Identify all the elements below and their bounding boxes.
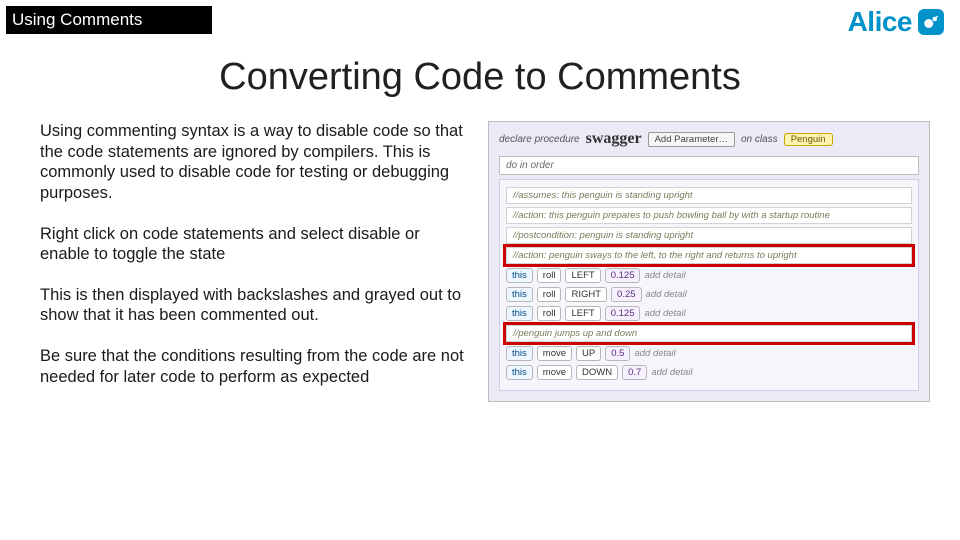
procedure-name: swagger xyxy=(586,130,642,148)
row-tail: add detail xyxy=(646,289,687,300)
row-tail: add detail xyxy=(644,270,685,281)
code-row: this move UP 0.5 add detail xyxy=(506,346,912,361)
paragraph-2: Right click on code statements and selec… xyxy=(40,224,470,265)
chip-this: this xyxy=(506,268,533,283)
declare-label: declare procedure xyxy=(499,134,580,145)
body-text-column: Using commenting syntax is a way to disa… xyxy=(40,121,470,407)
top-bar: Using Comments Alice xyxy=(0,0,960,38)
chip-action: roll xyxy=(537,287,562,302)
on-class-label: on class xyxy=(741,134,778,145)
paragraph-3: This is then displayed with backslashes … xyxy=(40,285,470,326)
row-tail: add detail xyxy=(644,308,685,319)
chip-action: move xyxy=(537,346,572,361)
do-in-order-label: do in order xyxy=(499,156,919,175)
chip-dir: UP xyxy=(576,346,601,361)
slide-title: Converting Code to Comments xyxy=(0,56,960,99)
paragraph-4: Be sure that the conditions resulting fr… xyxy=(40,346,470,387)
chip-this: this xyxy=(506,346,533,361)
comment-jump-highlight: //penguin jumps up and down xyxy=(506,325,912,342)
brand-text: Alice xyxy=(848,6,912,38)
chip-dir: LEFT xyxy=(565,306,600,321)
chip-val: 0.7 xyxy=(622,365,647,380)
chip-val: 0.5 xyxy=(605,346,630,361)
code-editor-screenshot: declare procedure swagger Add Parameter…… xyxy=(488,121,930,402)
alice-mascot-icon xyxy=(918,9,944,35)
chip-val: 0.125 xyxy=(605,306,641,321)
slide-content: Using commenting syntax is a way to disa… xyxy=(0,99,960,407)
chip-dir: RIGHT xyxy=(565,287,607,302)
paragraph-1: Using commenting syntax is a way to disa… xyxy=(40,121,470,204)
chip-dir: LEFT xyxy=(565,268,600,283)
class-chip: Penguin xyxy=(784,133,833,146)
row-tail: add detail xyxy=(634,348,675,359)
breadcrumb: Using Comments xyxy=(6,6,212,34)
code-row: this move DOWN 0.7 add detail xyxy=(506,365,912,380)
comment-postcondition: //postcondition: penguin is standing upr… xyxy=(506,227,912,244)
chip-this: this xyxy=(506,287,533,302)
code-block: //assumes: this penguin is standing upri… xyxy=(499,179,919,391)
comment-action-2-highlight: //action: penguin sways to the left, to … xyxy=(506,247,912,264)
code-row: this roll RIGHT 0.25 add detail xyxy=(506,287,912,302)
chip-val: 0.125 xyxy=(605,268,641,283)
chip-action: roll xyxy=(537,268,562,283)
row-tail: add detail xyxy=(651,367,692,378)
comment-assumes: //assumes: this penguin is standing upri… xyxy=(506,187,912,204)
brand-logo: Alice xyxy=(848,6,952,38)
add-parameter-button[interactable]: Add Parameter… xyxy=(648,132,735,147)
chip-action: roll xyxy=(537,306,562,321)
chip-this: this xyxy=(506,365,533,380)
procedure-header: declare procedure swagger Add Parameter…… xyxy=(493,126,925,152)
comment-action-1: //action: this penguin prepares to push … xyxy=(506,207,912,224)
code-row: this roll LEFT 0.125 add detail xyxy=(506,306,912,321)
chip-dir: DOWN xyxy=(576,365,618,380)
chip-val: 0.25 xyxy=(611,287,642,302)
chip-this: this xyxy=(506,306,533,321)
code-row: this roll LEFT 0.125 add detail xyxy=(506,268,912,283)
chip-action: move xyxy=(537,365,572,380)
